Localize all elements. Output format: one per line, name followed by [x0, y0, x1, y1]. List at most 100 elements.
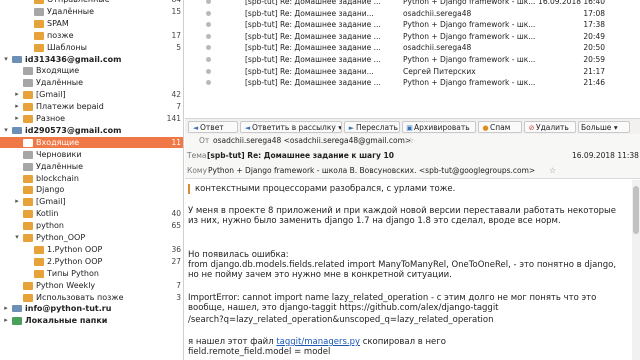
folder-icon [34, 43, 44, 52]
folder-label: Платежи bepaid [36, 102, 104, 112]
chevron-down-icon[interactable]: ▾ [2, 125, 10, 136]
folder-label: позже [47, 30, 74, 40]
folder-item[interactable]: Входящие 11 [0, 136, 183, 148]
unread-count: 36 [171, 244, 181, 254]
folder-item[interactable]: ▾ id290573@gmail.com [0, 125, 183, 136]
folder-icon [34, 19, 44, 28]
folder-item[interactable]: Удалённые 15 [0, 6, 183, 17]
chevron-right-icon[interactable]: ▸ [2, 315, 10, 326]
read-status-icon[interactable] [206, 57, 211, 62]
message-date: 20:49 [583, 31, 605, 41]
folder-icon [34, 0, 44, 4]
local-folders-icon [12, 317, 22, 326]
reply-list-button[interactable]: ◄ Ответить в рассылку ▾ [240, 121, 342, 133]
folder-item[interactable]: Удалённые [0, 161, 183, 172]
chevron-right-icon[interactable]: ▸ [13, 101, 21, 112]
message-row[interactable]: [spb-tut] Re: Домашнее задание ... osadch… [185, 42, 640, 53]
folder-item[interactable]: Шаблоны 5 [0, 42, 183, 53]
subject-row: Тема [spb-tut] Re: Домашнее задание к ша… [185, 150, 640, 162]
message-row[interactable]: [spb-tut] Re: Домашнее задание ... Python… [185, 54, 640, 65]
chevron-down-icon: ▾ [613, 123, 618, 132]
folder-item[interactable]: ▸ Платежи bepaid 7 [0, 101, 183, 112]
folder-item[interactable]: ▾ Python_OOP [0, 232, 183, 243]
folder-item[interactable]: ▸ [Gmail] 42 [0, 89, 183, 100]
chevron-right-icon[interactable]: ▸ [13, 196, 21, 207]
chevron-down-icon[interactable]: ▾ [2, 54, 10, 65]
folder-item[interactable]: 2.Python OOP 27 [0, 256, 183, 267]
folder-item[interactable]: Django [0, 184, 183, 195]
delete-button[interactable]: ⊘ Удалить [524, 121, 576, 133]
folder-item[interactable]: SPAM [0, 18, 183, 29]
message-date: 21:17 [583, 66, 605, 76]
folder-label: Kotlin [36, 209, 59, 219]
folder-item[interactable]: 1.Python OOP 36 [0, 244, 183, 255]
chevron-right-icon[interactable]: ▸ [13, 113, 21, 124]
folder-item[interactable]: ▸ Разное 141 [0, 113, 183, 124]
star-icon[interactable]: ☆ [407, 135, 414, 147]
to-value[interactable]: Python + Django framework - школа В. Вов… [208, 165, 535, 177]
spam-button[interactable]: ●Спам [478, 121, 522, 133]
unread-count: 3 [176, 292, 181, 302]
folder-item[interactable]: ▾ id313436@gmail.com [0, 54, 183, 65]
folder-item[interactable]: python 65 [0, 220, 183, 231]
folder-label: Python Weekly [36, 280, 96, 290]
folder-item[interactable]: Kotlin 40 [0, 208, 183, 219]
folder-item[interactable]: blockchain [0, 173, 183, 184]
from-value[interactable]: osadchii.serega48 <osadchii.serega48@gma… [213, 135, 411, 147]
read-status-icon[interactable] [206, 45, 211, 51]
read-status-icon[interactable] [206, 10, 211, 16]
message-from: osadchii.serega48 [403, 43, 472, 53]
chevron-down-icon[interactable]: ▾ [13, 232, 21, 243]
read-status-icon[interactable] [206, 68, 211, 74]
folder-icon [23, 210, 33, 219]
folder-icon [23, 162, 33, 171]
folder-item[interactable]: Python Weekly 7 [0, 280, 183, 291]
folder-label: Использовать позже [36, 292, 124, 302]
forward-button[interactable]: ► Переслать [344, 121, 400, 133]
read-status-icon[interactable] [206, 80, 211, 86]
paragraph: ImportError: cannot import name lazy_rel… [188, 293, 597, 313]
file-link[interactable]: taggit/managers.py [276, 337, 360, 347]
unread-count: 141 [166, 114, 181, 123]
chevron-right-icon[interactable]: ▸ [2, 303, 10, 314]
folder-item[interactable]: Использовать позже 3 [0, 292, 183, 303]
folder-icon [23, 150, 33, 159]
folder-label: Типы Python [47, 268, 99, 278]
folder-item[interactable]: Удалённые [0, 77, 183, 88]
paragraph: /search?q=lazy_related_operation&unscope… [188, 315, 494, 325]
reply-list-icon: ◄ [244, 124, 251, 132]
message-row[interactable]: [spb-tut] Re: Домашнее задание ... Python… [185, 77, 640, 88]
message-row[interactable]: [spb-tut] Re: Домашнее задание ... Python… [185, 0, 640, 7]
folder-item[interactable]: ▸ Локальные папки [0, 315, 183, 326]
folder-item[interactable]: позже 17 [0, 30, 183, 41]
folder-label: Входящие [36, 137, 80, 147]
folder-item[interactable]: Типы Python [0, 268, 183, 279]
folder-item[interactable]: ▸ [Gmail] [0, 196, 183, 207]
chevron-right-icon[interactable]: ▸ [13, 89, 21, 100]
folder-label: Python_OOP [36, 233, 86, 242]
folder-item[interactable]: Черновики [0, 149, 183, 160]
scrollbar-thumb[interactable] [633, 186, 639, 234]
archive-button[interactable]: ▣Архивировать [402, 121, 476, 133]
unread-count: 84 [171, 0, 181, 5]
folder-item[interactable]: Входящие [0, 65, 183, 76]
read-status-icon[interactable] [206, 33, 211, 39]
body-scrollbar[interactable] [632, 180, 640, 360]
folder-item[interactable]: ▸ info@python-tut.ru [0, 303, 183, 314]
read-status-icon[interactable] [206, 0, 211, 4]
read-status-icon[interactable] [206, 22, 211, 28]
folder-pane: Отправленные 84 Удалённые 15 SPAM позже 17 Шабл… [0, 0, 184, 360]
message-row[interactable]: [spb-tut] Re: Домашнее задание ... Python… [185, 31, 640, 42]
folder-label: Удалённые [36, 161, 84, 171]
message-row[interactable]: [spb-tut] Re: Домашнее задание ... Python… [185, 19, 640, 30]
message-from: osadchii.serega48 [403, 8, 472, 18]
folder-icon [23, 138, 33, 147]
message-row[interactable]: [spb-tut] Re: Домашнее задани... osadchii… [185, 8, 640, 19]
folder-item[interactable]: Отправленные 84 [0, 0, 183, 5]
star-icon[interactable]: ☆ [549, 165, 556, 177]
reply-button[interactable]: ◄ Ответ [188, 121, 238, 133]
more-button[interactable]: Больше ▾ [578, 121, 630, 133]
message-row[interactable]: [spb-tut] Re: Домашнее задани... Сергей П… [185, 66, 640, 77]
folder-icon [23, 293, 33, 302]
message-date: 16.09.2018 16:40 [538, 0, 605, 6]
